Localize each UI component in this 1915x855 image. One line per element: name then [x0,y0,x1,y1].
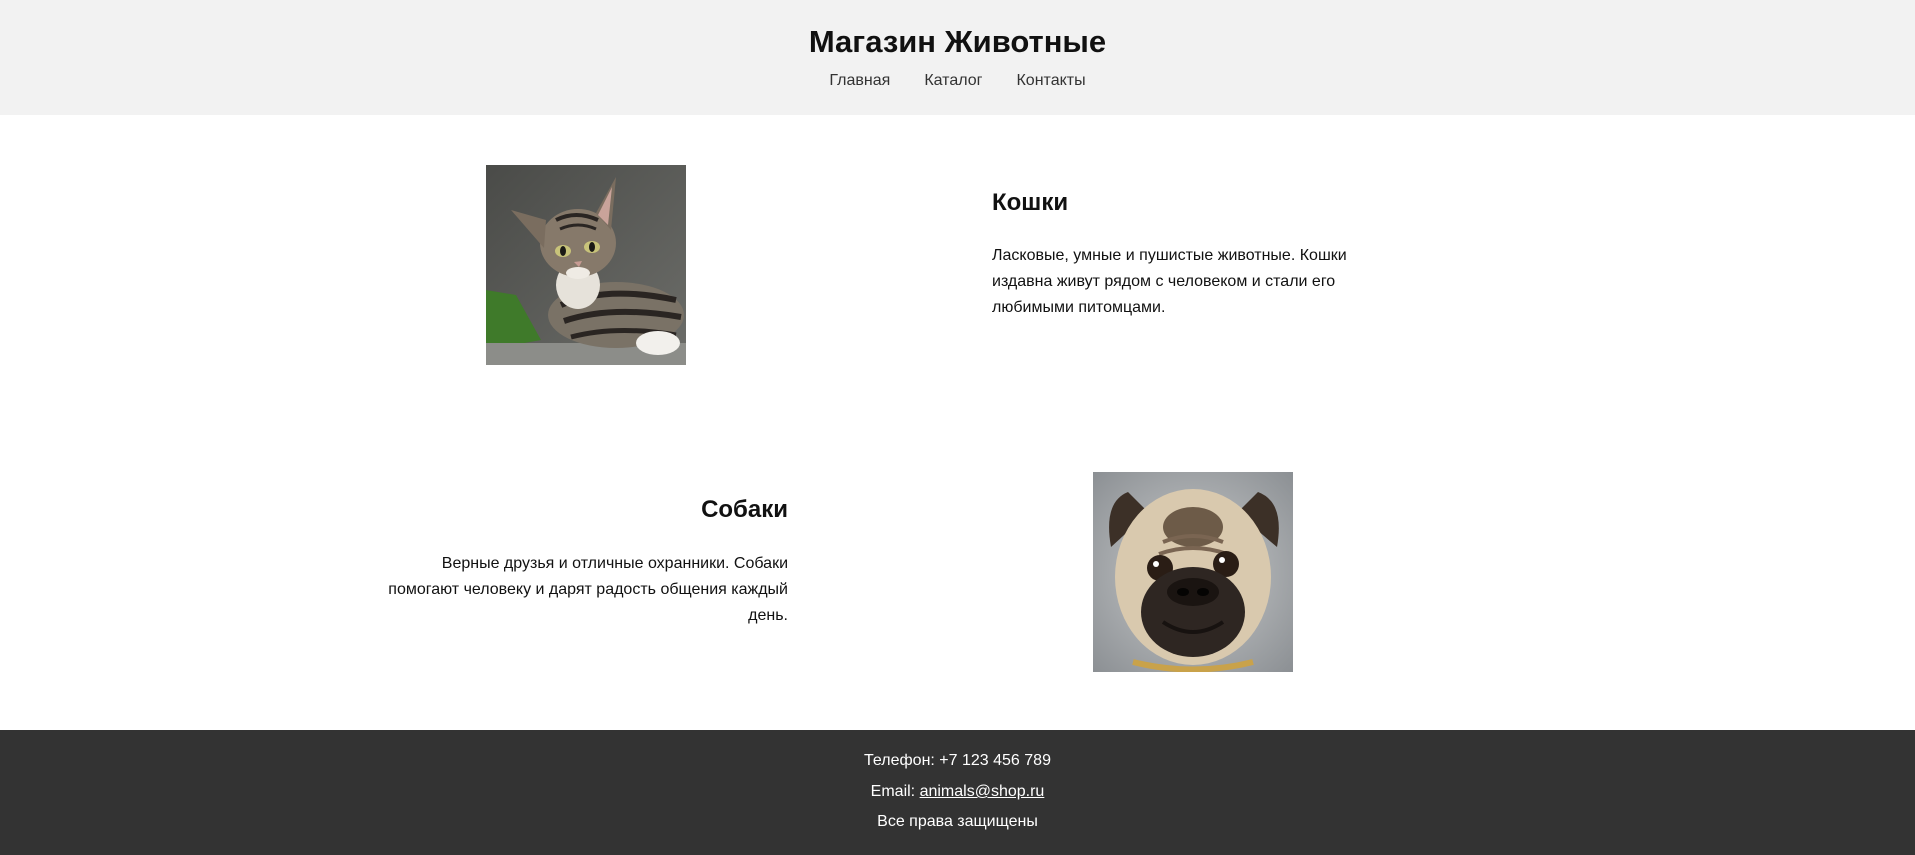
site-footer: Телефон: +7 123 456 789 Email: animals@s… [0,730,1915,855]
pug-photo [1093,472,1293,672]
phone-label: Телефон: [864,752,940,769]
dogs-heading: Собаки [701,496,788,523]
cats-heading: Кошки [992,189,1069,216]
cat-photo [486,165,686,365]
phone-number: +7 123 456 789 [939,752,1051,769]
site-header: Магазин Животные Главная Каталог Контакт… [0,0,1915,115]
footer-phone: Телефон: +7 123 456 789 [0,750,1915,772]
email-label: Email: [870,783,920,800]
cats-description: Ласковые, умные и пушистые животные. Кош… [992,247,1347,316]
nav-home-link[interactable]: Главная [829,70,890,92]
email-link[interactable]: animals@shop.ru [920,783,1045,800]
footer-email: Email: animals@shop.ru [0,781,1915,803]
main-nav: Главная Каталог Контакты [0,70,1915,92]
nav-catalog-link[interactable]: Каталог [924,70,982,92]
site-title: Магазин Животные [808,24,1107,59]
footer-rights: Все права защищены [877,813,1038,830]
nav-contacts-link[interactable]: Контакты [1016,70,1085,92]
dogs-description: Верные друзья и отличные охранники. Соба… [388,555,788,624]
